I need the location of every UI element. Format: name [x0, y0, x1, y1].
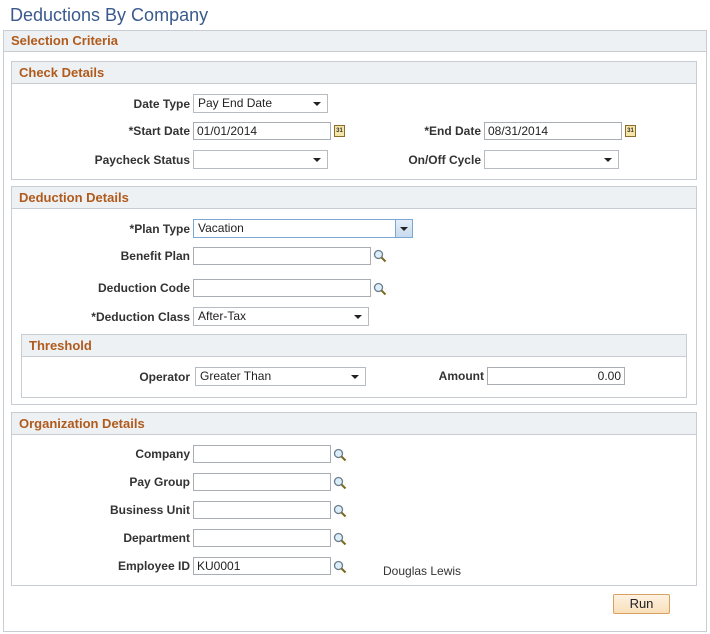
- chevron-down-icon: [354, 315, 362, 319]
- department-label: Department: [123, 531, 190, 545]
- pay-group-input[interactable]: [193, 473, 331, 491]
- department-input[interactable]: [193, 529, 331, 547]
- threshold-header: Threshold: [22, 335, 686, 357]
- deduction-code-label: Deduction Code: [98, 281, 190, 295]
- company-input[interactable]: [193, 445, 331, 463]
- chevron-down-icon: [604, 158, 612, 162]
- chevron-down-icon: [351, 375, 359, 379]
- deduction-details-header: Deduction Details: [12, 187, 696, 209]
- date-type-label: Date Type: [133, 97, 190, 111]
- date-type-select[interactable]: Pay End Date: [193, 94, 328, 113]
- on-off-cycle-select[interactable]: [484, 150, 619, 169]
- benefit-plan-label: Benefit Plan: [120, 249, 190, 263]
- benefit-plan-input[interactable]: [193, 247, 371, 265]
- chevron-down-icon: [313, 102, 321, 106]
- search-icon[interactable]: [333, 476, 347, 490]
- calendar-icon[interactable]: 31: [625, 125, 636, 137]
- pay-group-label: Pay Group: [129, 475, 190, 489]
- dropdown-button[interactable]: [395, 220, 412, 237]
- business-unit-label: Business Unit: [109, 503, 190, 517]
- company-label: Company: [135, 447, 190, 461]
- deduction-class-value: After-Tax: [198, 309, 247, 323]
- plan-type-label: *Plan Type: [129, 222, 190, 236]
- deduction-class-select[interactable]: After-Tax: [193, 307, 369, 326]
- employee-id-input[interactable]: KU0001: [193, 557, 331, 575]
- calendar-icon[interactable]: 31: [334, 125, 345, 137]
- plan-type-value: Vacation: [198, 221, 244, 235]
- chevron-down-icon: [313, 158, 321, 162]
- organization-details-header: Organization Details: [12, 413, 696, 435]
- deduction-class-label: *Deduction Class: [91, 310, 190, 324]
- search-icon[interactable]: [333, 560, 347, 574]
- threshold-group: Threshold: [21, 334, 687, 398]
- end-date-label: *End Date: [424, 124, 481, 138]
- search-icon[interactable]: [373, 282, 387, 296]
- chevron-down-icon: [400, 227, 408, 231]
- operator-value: Greater Than: [200, 369, 272, 383]
- business-unit-input[interactable]: [193, 501, 331, 519]
- on-off-cycle-label: On/Off Cycle: [408, 153, 481, 167]
- search-icon[interactable]: [333, 532, 347, 546]
- paycheck-status-label: Paycheck Status: [94, 153, 190, 167]
- selection-criteria-header: Selection Criteria: [4, 31, 706, 52]
- run-button[interactable]: Run: [613, 594, 670, 614]
- search-icon[interactable]: [333, 504, 347, 518]
- check-details-header: Check Details: [12, 62, 696, 84]
- paycheck-status-select[interactable]: [193, 150, 328, 169]
- date-type-value: Pay End Date: [198, 96, 273, 110]
- amount-label: Amount: [438, 369, 484, 383]
- search-icon[interactable]: [333, 448, 347, 462]
- start-date-label: *Start Date: [128, 124, 190, 138]
- operator-label: Operator: [139, 370, 190, 384]
- employee-id-label: Employee ID: [117, 559, 190, 573]
- employee-name: Douglas Lewis: [383, 564, 462, 578]
- end-date-input[interactable]: 08/31/2014: [484, 122, 622, 140]
- amount-input[interactable]: 0.00: [487, 367, 625, 385]
- plan-type-select[interactable]: Vacation: [193, 219, 413, 238]
- start-date-input[interactable]: 01/01/2014: [193, 122, 331, 140]
- operator-select[interactable]: Greater Than: [195, 367, 366, 386]
- search-icon[interactable]: [373, 249, 387, 263]
- deduction-code-input[interactable]: [193, 279, 371, 297]
- page-title: Deductions By Company: [10, 5, 209, 25]
